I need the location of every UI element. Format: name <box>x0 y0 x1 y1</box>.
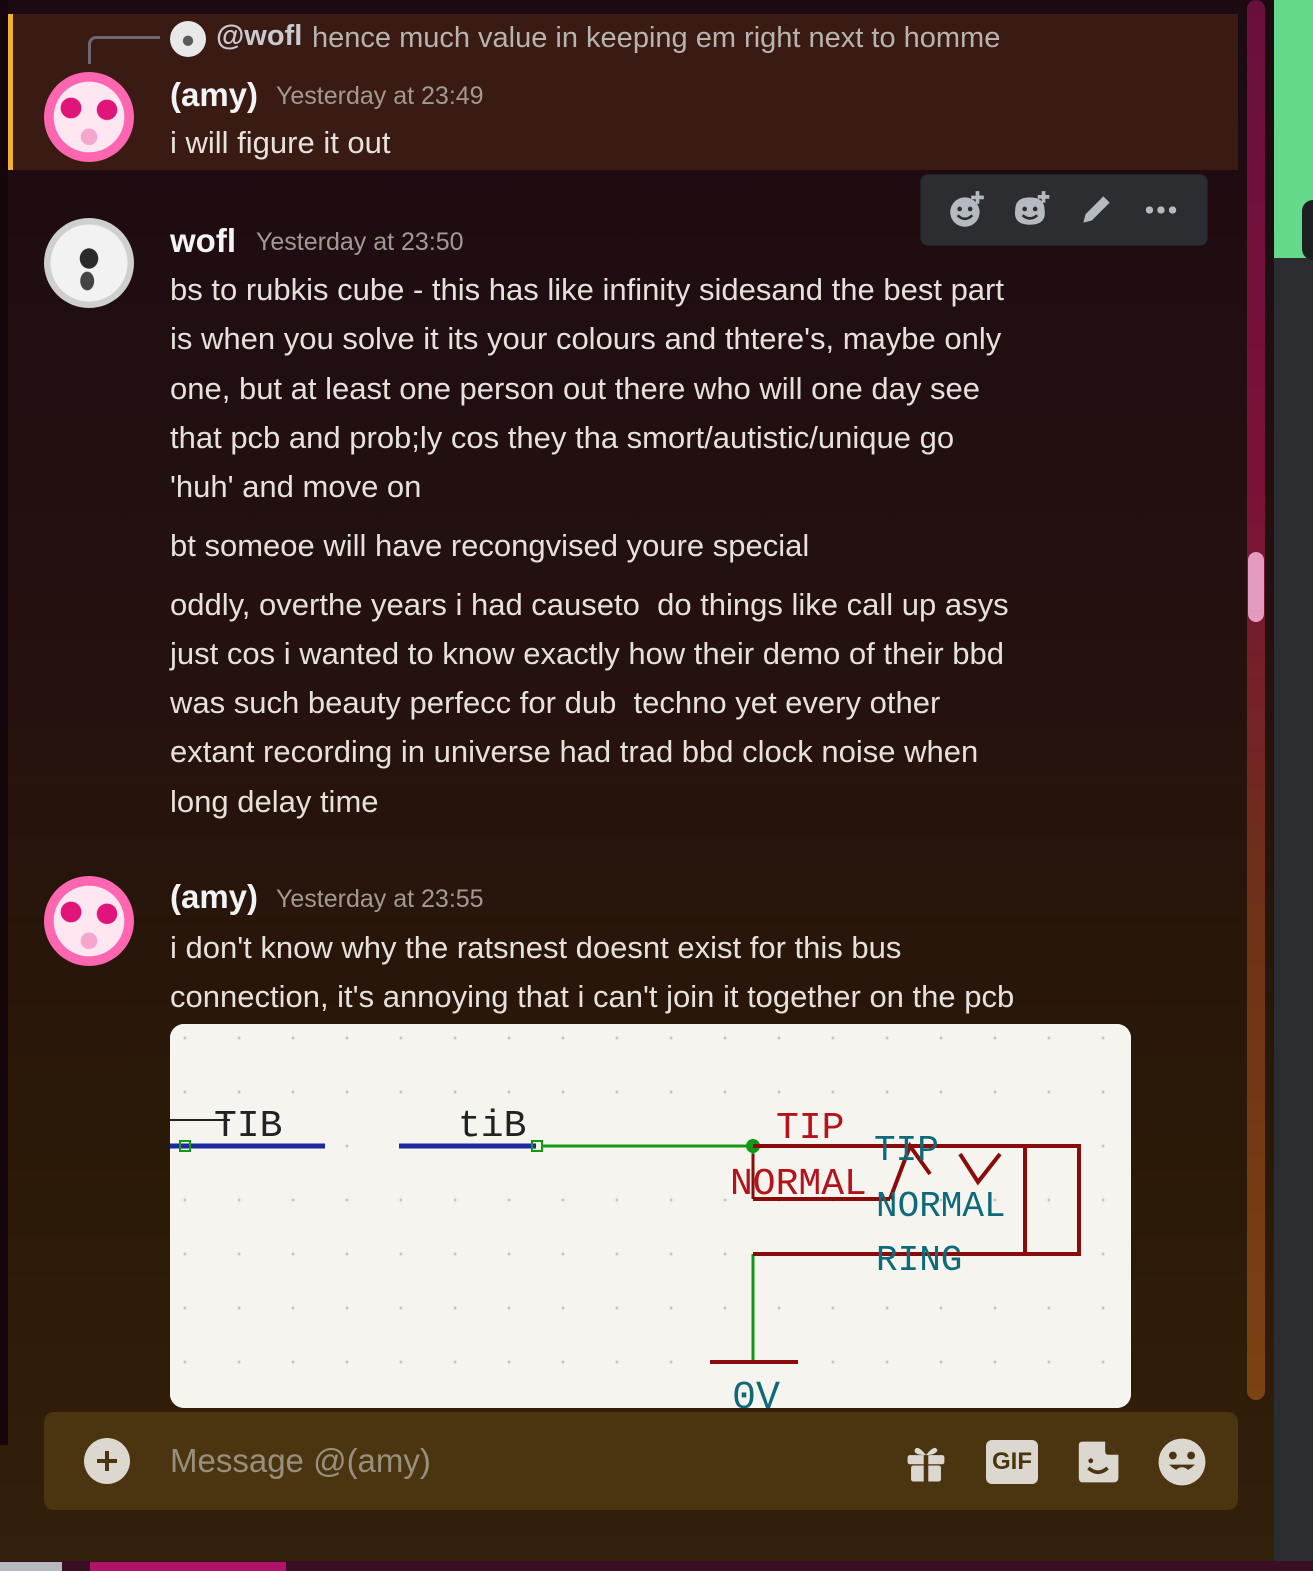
left-edge <box>0 0 8 1445</box>
message-text: is when you solve it its your colours an… <box>170 321 1002 356</box>
sticker-icon <box>1078 1441 1119 1483</box>
message-text: one, but at least one person out there w… <box>170 371 980 406</box>
message-text: i don't know why the ratsnest doesnt exi… <box>170 930 902 965</box>
emoji-button[interactable] <box>1156 1436 1208 1488</box>
message-composer: GIF <box>44 1412 1238 1510</box>
more-icon <box>1145 206 1176 214</box>
label-ground: 0V <box>732 1376 780 1408</box>
message-text: oddly, overthe years i had causeto do th… <box>170 587 1009 622</box>
author-name[interactable]: wofl <box>170 222 236 260</box>
author-name[interactable]: (amy) <box>170 76 258 114</box>
add-attachment-icon <box>97 1451 117 1471</box>
message-timestamp[interactable]: Yesterday at 23:49 <box>276 82 484 111</box>
reply-mention[interactable]: @wofl <box>216 20 302 53</box>
image-attachment[interactable]: TIB tiB TIP NORMAL TIP NORMAL RING 0V <box>170 1024 1131 1408</box>
reply-preview-text[interactable]: hence much value in keeping em right nex… <box>312 22 1000 55</box>
chat-area: @wofl hence much value in keeping em rig… <box>0 0 1250 1571</box>
message-input[interactable] <box>170 1436 870 1486</box>
gift-icon <box>907 1447 945 1482</box>
message-text: extant recording in universe had trad bb… <box>170 734 979 769</box>
message-text: long delay time <box>170 784 379 819</box>
message-timestamp[interactable]: Yesterday at 23:50 <box>256 228 464 257</box>
message-text: bt someoe will have recongvised youre sp… <box>170 528 810 563</box>
label-jack-normal: NORMAL <box>876 1186 1006 1227</box>
label-tib-upper: TIB <box>214 1105 282 1148</box>
avatar[interactable] <box>44 72 134 162</box>
schematic-image: TIB tiB TIP NORMAL TIP NORMAL RING 0V <box>170 1024 1131 1408</box>
profile-avatar-edge[interactable] <box>1302 200 1313 260</box>
label-tib-lower: tiB <box>458 1105 526 1148</box>
gif-icon: GIF <box>986 1440 1038 1484</box>
add-reaction-icon <box>950 191 985 227</box>
message-text: just cos i wanted to know exactly how th… <box>170 636 1004 671</box>
mention-highlight-bar <box>8 14 13 170</box>
label-jack-tip: TIP <box>874 1130 939 1171</box>
edit-button[interactable] <box>1070 184 1122 236</box>
emoji-icon <box>1158 1438 1206 1486</box>
scrollbar-thumb[interactable] <box>1248 552 1264 622</box>
super-reaction-button[interactable] <box>1006 184 1058 236</box>
bottom-strip-segment <box>90 1562 286 1571</box>
gift-button[interactable] <box>900 1436 952 1488</box>
reply-spine <box>88 36 160 64</box>
message-text: that pcb and prob;ly cos they tha smort/… <box>170 420 955 455</box>
sticker-button[interactable] <box>1072 1436 1124 1488</box>
add-attachment-button[interactable] <box>84 1438 130 1484</box>
reply-avatar[interactable] <box>170 21 206 57</box>
message-text: 'huh' and move on <box>170 469 422 504</box>
message-text: connection, it's annoying that i can't j… <box>170 979 1015 1014</box>
label-tip: TIP <box>776 1107 844 1150</box>
label-normal: NORMAL <box>730 1163 867 1206</box>
bottom-strip-segment <box>0 1562 62 1571</box>
gif-button[interactable]: GIF <box>986 1436 1038 1488</box>
avatar[interactable] <box>44 876 134 966</box>
message-action-toolbar <box>920 174 1208 246</box>
edit-icon <box>1083 196 1110 223</box>
super-reaction-icon <box>1014 191 1050 225</box>
more-options-button[interactable] <box>1135 184 1187 236</box>
message-text: bs to rubkis cube - this has like infini… <box>170 272 1004 307</box>
author-name[interactable]: (amy) <box>170 878 258 916</box>
message-text: was such beauty perfecc for dub techno y… <box>170 685 941 720</box>
message-text: i will figure it out <box>170 125 391 160</box>
add-reaction-button[interactable] <box>941 184 993 236</box>
message-timestamp[interactable]: Yesterday at 23:55 <box>276 885 484 914</box>
avatar[interactable] <box>44 218 134 308</box>
label-jack-ring: RING <box>876 1240 962 1281</box>
scrollbar-track[interactable] <box>1247 0 1265 1400</box>
